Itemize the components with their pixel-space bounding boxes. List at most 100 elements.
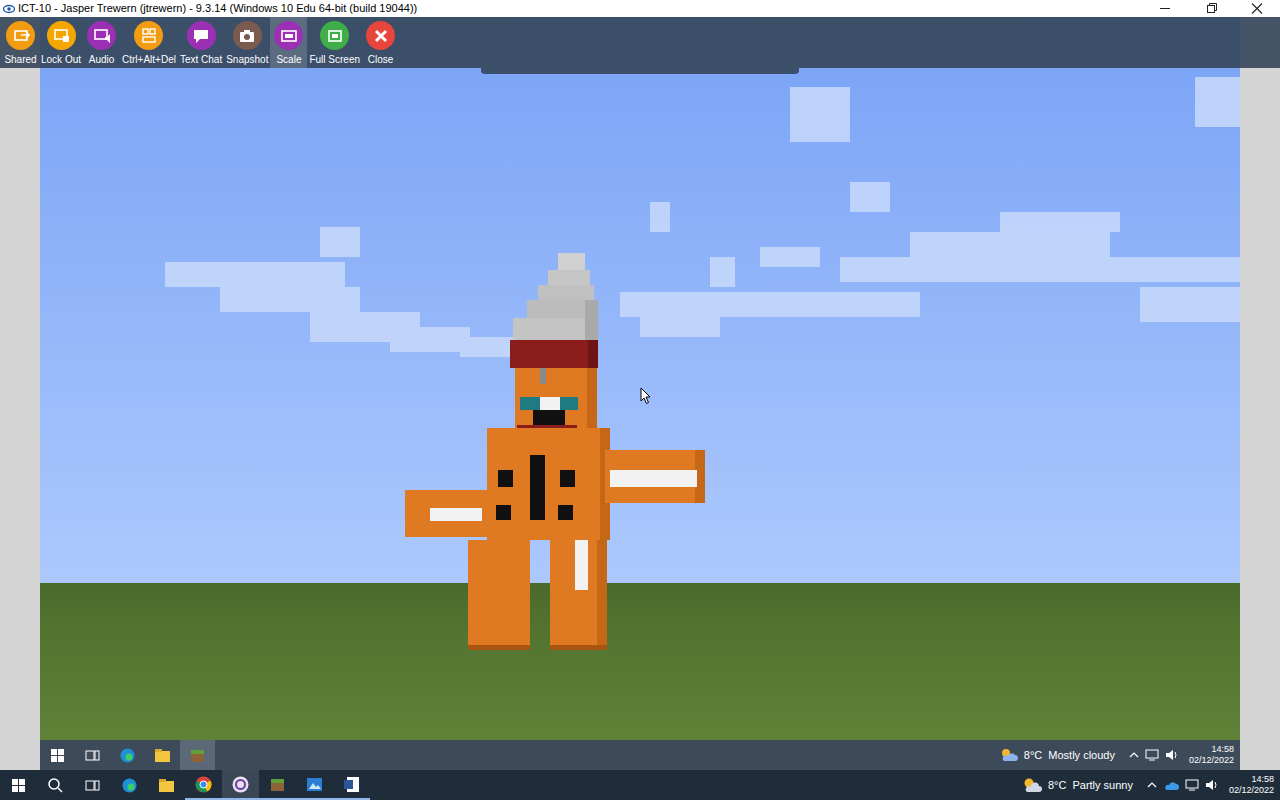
weather-icon — [1000, 747, 1018, 763]
chat-icon — [187, 22, 215, 50]
toolbar-button-badge — [320, 21, 349, 50]
minimize-icon[interactable] — [1142, 0, 1188, 17]
chevron-up-icon[interactable] — [1129, 750, 1139, 760]
close-icon — [367, 22, 395, 50]
clock[interactable]: 14:5802/12/2022 — [1189, 744, 1234, 766]
taskbar-app[interactable] — [37, 770, 74, 800]
toolbar-button-label: Audio — [89, 54, 115, 66]
volume-icon[interactable] — [1205, 779, 1219, 791]
search-icon — [46, 776, 65, 795]
toolbar-button-label: Snapshot — [226, 54, 268, 66]
camera-icon — [233, 22, 261, 50]
toolbar-button-badge — [233, 21, 262, 50]
toolbar-button-label: Close — [368, 54, 394, 66]
window-title: ICT-10 - Jasper Trewern (jtrewern) - 9.3… — [18, 0, 417, 17]
toolbar-button[interactable]: Audio — [83, 17, 120, 68]
start-icon — [9, 776, 28, 795]
taskbar-app[interactable] — [0, 770, 37, 800]
minecraft-icon — [268, 775, 287, 794]
taskbar-app[interactable] — [75, 740, 110, 770]
taskbar-app[interactable] — [333, 770, 370, 800]
remote-screen: 8°C Mostly cloudy 14:5802/12/2022 — [40, 17, 1240, 770]
task-view-icon — [83, 746, 102, 765]
toolbar-button-label: Full Screen — [309, 54, 360, 66]
weather-temperature: 8°C — [1048, 777, 1066, 794]
weather-icon — [1022, 776, 1042, 794]
clock[interactable]: 14:5802/12/2022 — [1229, 774, 1274, 796]
edge-icon — [118, 746, 137, 765]
toolbar-button-label: Lock Out — [41, 54, 81, 66]
onedrive-icon[interactable] — [1163, 779, 1179, 791]
viewer-icon — [3, 3, 15, 15]
chevron-up-icon[interactable] — [1147, 780, 1157, 790]
toolbar-grip[interactable] — [481, 68, 799, 74]
network-icon[interactable] — [1185, 779, 1199, 791]
system-tray: 8°C Mostly cloudy 14:5802/12/2022 — [1000, 744, 1240, 766]
restore-icon[interactable] — [1188, 0, 1234, 17]
weather-condition: Partly sunny — [1072, 777, 1133, 794]
lock-icon — [47, 22, 75, 50]
toolbar-button-label: Scale — [276, 54, 301, 66]
toolbar-button-badge — [366, 21, 395, 50]
chrome-icon — [194, 775, 213, 794]
toolbar-button[interactable]: Ctrl+Alt+Del — [120, 17, 178, 68]
clock-date: 02/12/2022 — [1229, 785, 1274, 796]
weather-temperature: 8°C — [1024, 747, 1042, 764]
toolbar-button[interactable]: Full Screen — [307, 17, 362, 68]
toolbar-button-label: Text Chat — [180, 54, 222, 66]
toolbar-button-badge — [134, 21, 163, 50]
toolbar-button[interactable]: Scale — [270, 17, 307, 68]
taskbar: 8°C Partly sunny 14:5802/12/2022 — [0, 770, 1280, 800]
audio-icon — [88, 22, 116, 50]
close-window-icon[interactable] — [1234, 0, 1280, 17]
system-tray: 8°C Partly sunny 14:5802/12/2022 — [1022, 774, 1280, 796]
network-icon[interactable] — [1145, 749, 1159, 761]
toolbar-button[interactable]: Snapshot — [224, 17, 270, 68]
volume-icon[interactable] — [1165, 749, 1179, 761]
toolbar-button-badge — [87, 21, 116, 50]
scale-icon — [275, 22, 303, 50]
taskbar-app[interactable] — [222, 770, 259, 800]
taskbar-app[interactable] — [145, 740, 180, 770]
minecraft-figure — [40, 17, 1240, 740]
taskbar-app[interactable] — [40, 740, 75, 770]
taskbar-app[interactable] — [111, 770, 148, 800]
taskbar-app[interactable] — [110, 740, 145, 770]
start-icon — [48, 746, 67, 765]
photos-icon — [305, 775, 324, 794]
window-controls — [1142, 0, 1280, 17]
toolbar-button-badge — [6, 21, 35, 50]
taskbar-app[interactable] — [185, 770, 222, 800]
toolbar-button[interactable]: Text Chat — [178, 17, 224, 68]
taskbar-app[interactable] — [180, 740, 215, 770]
share-icon — [7, 22, 35, 50]
toolbar-button-badge — [187, 21, 216, 50]
toolbar-button[interactable]: Shared — [2, 17, 39, 68]
taskbar-app[interactable] — [296, 770, 333, 800]
viewer-app-icon — [231, 775, 250, 794]
keys-icon — [135, 22, 163, 50]
task-view-icon — [83, 776, 102, 795]
toolbar-button[interactable]: Close — [362, 17, 399, 68]
remote-taskbar: 8°C Mostly cloudy 14:5802/12/2022 — [40, 740, 1240, 770]
toolbar-button-badge — [274, 21, 303, 50]
title-bar: ICT-10 - Jasper Trewern (jtrewern) - 9.3… — [0, 0, 1280, 17]
file-explorer-icon — [153, 746, 172, 765]
taskbar-app[interactable] — [148, 770, 185, 800]
weather-condition: Mostly cloudy — [1048, 747, 1115, 764]
edge-icon — [120, 776, 139, 795]
cursor-icon — [640, 387, 652, 405]
clock-time: 14:58 — [1211, 744, 1234, 755]
clock-date: 02/12/2022 — [1189, 755, 1234, 766]
clock-time: 14:58 — [1251, 774, 1274, 785]
viewer-toolbar: Shared Lock Out Audio Ctrl+Alt+DelText Chat… — [0, 17, 1280, 68]
toolbar-button-label: Shared — [4, 54, 36, 66]
word-icon — [342, 775, 361, 794]
game-scene — [40, 17, 1240, 740]
taskbar-app[interactable] — [259, 770, 296, 800]
taskbar-app[interactable] — [74, 770, 111, 800]
minecraft-icon — [188, 746, 207, 765]
fullscreen-icon — [321, 22, 349, 50]
toolbar-button[interactable]: Lock Out — [39, 17, 83, 68]
toolbar-button-badge — [47, 21, 76, 50]
